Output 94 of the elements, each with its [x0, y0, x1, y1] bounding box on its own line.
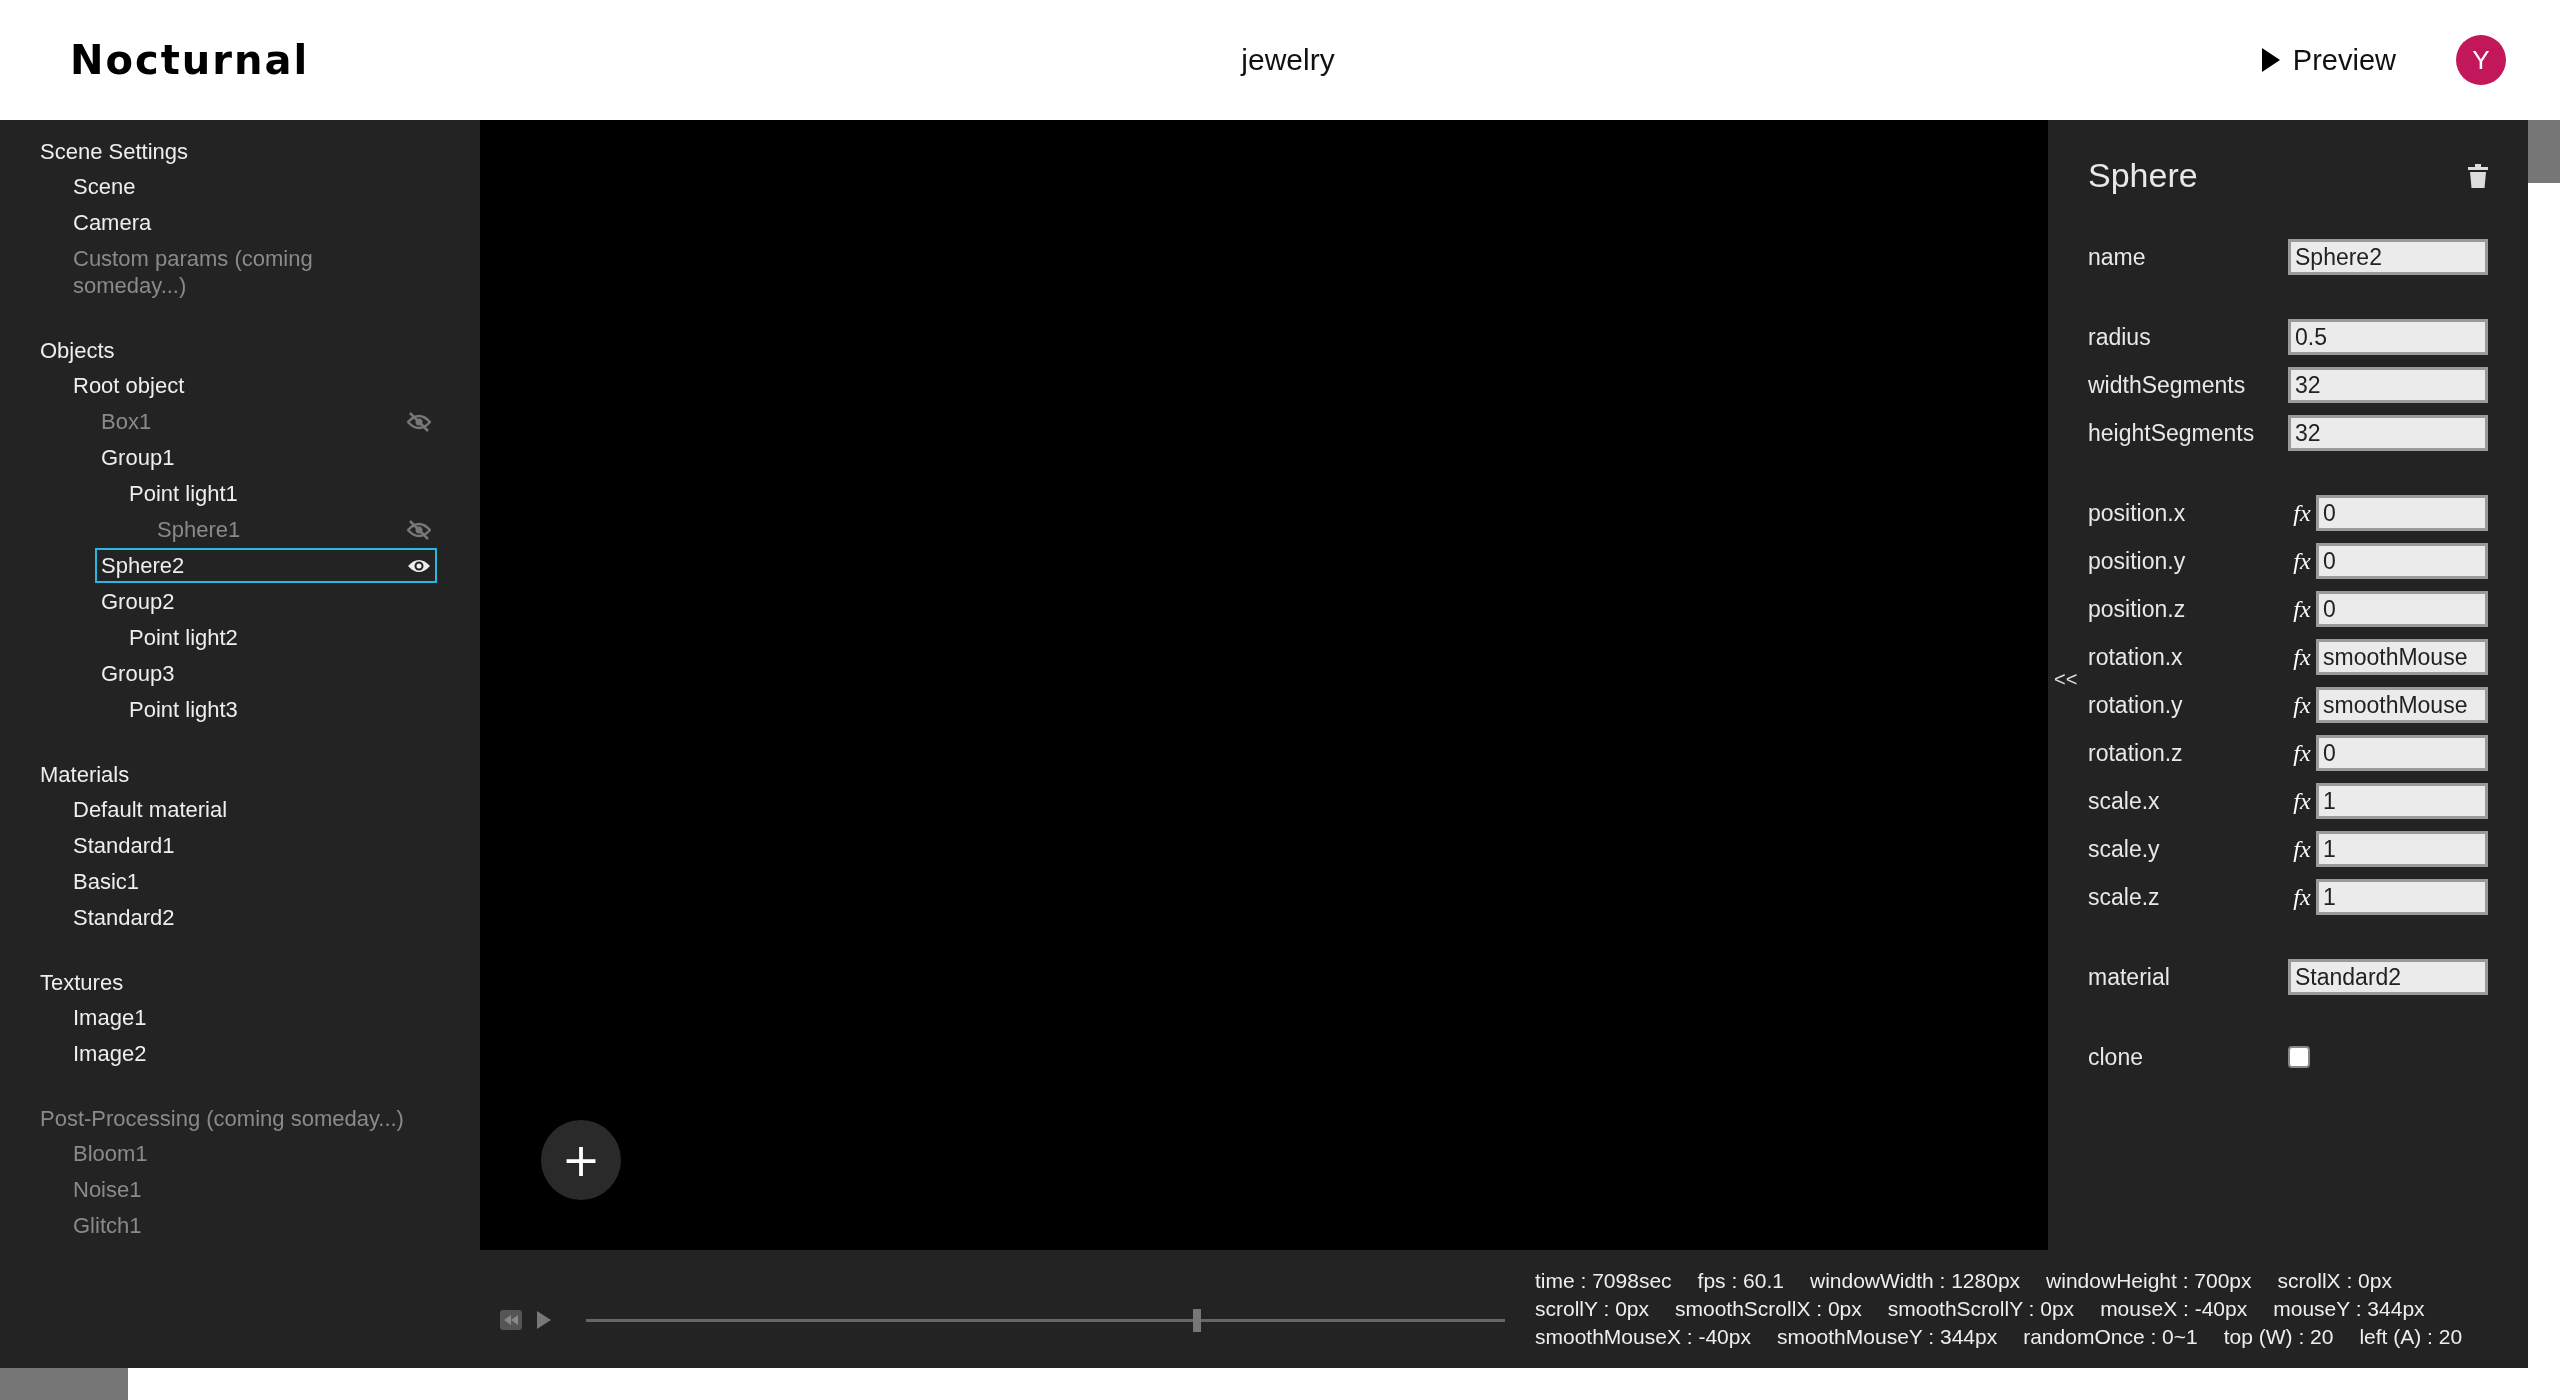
- fx-toggle[interactable]: fx: [2288, 547, 2316, 575]
- fx-toggle[interactable]: fx: [2288, 835, 2316, 863]
- tree-item[interactable]: Basic1: [67, 864, 437, 899]
- tree-item[interactable]: Point light1: [123, 476, 437, 511]
- eye-icon[interactable]: [407, 557, 431, 574]
- stat-readout: top (W) : 20: [2223, 1325, 2334, 1349]
- user-avatar[interactable]: Y: [2456, 35, 2506, 85]
- stat-readout: randomOnce : 0~1: [2023, 1325, 2198, 1349]
- trash-icon[interactable]: [2468, 163, 2488, 188]
- property-label: scale.z: [2088, 883, 2161, 911]
- fx-toggle[interactable]: fx: [2288, 499, 2316, 527]
- property-field[interactable]: 0.5: [2288, 319, 2488, 355]
- section-title: Objects: [40, 337, 116, 365]
- add-button[interactable]: +: [541, 1120, 621, 1200]
- tree-item[interactable]: Default material: [67, 792, 437, 827]
- rewind-icon[interactable]: [500, 1310, 522, 1330]
- section-title: Post-Processing (coming someday...): [40, 1105, 405, 1133]
- property-field[interactable]: 0: [2316, 735, 2488, 771]
- stat-readout: left (A) : 20: [2359, 1325, 2463, 1349]
- property-label: scale.y: [2088, 835, 2161, 863]
- property-field[interactable]: Sphere2: [2288, 239, 2488, 275]
- tree-item[interactable]: Image1: [67, 1000, 437, 1035]
- stat-readout: smoothMouseY : 344px: [1776, 1325, 1998, 1349]
- tree-item[interactable]: Group2: [95, 584, 437, 619]
- stat-readout: mouseX : -40px: [2100, 1297, 2248, 1321]
- property-field[interactable]: 32: [2288, 367, 2488, 403]
- stat-readout: windowHeight : 700px: [2046, 1269, 2252, 1293]
- fx-toggle[interactable]: fx: [2288, 883, 2316, 911]
- property-field[interactable]: 1: [2316, 879, 2488, 915]
- property-field[interactable]: 0: [2316, 591, 2488, 627]
- tree-item[interactable]: Standard1: [67, 828, 437, 863]
- scrollbar-thumb[interactable]: [0, 1368, 128, 1400]
- property-label: material: [2088, 963, 2171, 991]
- property-label: rotation.x: [2088, 643, 2184, 671]
- tree-item[interactable]: Image2: [67, 1036, 437, 1071]
- eye-off-icon[interactable]: [407, 411, 431, 432]
- eye-off-icon[interactable]: [407, 519, 431, 540]
- stat-readout: scrollY : 0px: [1535, 1297, 1649, 1321]
- tree-item[interactable]: Sphere2: [95, 548, 437, 583]
- preview-button[interactable]: Preview: [2260, 43, 2396, 77]
- stat-readout: scrollX : 0px: [2277, 1269, 2392, 1293]
- property-field[interactable]: 1: [2316, 831, 2488, 867]
- panel-title: Sphere: [2088, 156, 2198, 195]
- property-label: position.z: [2088, 595, 2187, 623]
- property-field[interactable]: 1: [2316, 783, 2488, 819]
- property-field[interactable]: Standard2: [2288, 959, 2488, 995]
- property-field[interactable]: 0: [2316, 543, 2488, 579]
- property-field[interactable]: 32: [2288, 415, 2488, 451]
- fx-toggle[interactable]: fx: [2288, 787, 2316, 815]
- tree-item[interactable]: Box1: [95, 404, 437, 439]
- stat-readout: fps : 60.1: [1697, 1269, 1784, 1293]
- property-label: name: [2088, 243, 2147, 271]
- clone-checkbox[interactable]: [2288, 1046, 2310, 1068]
- tree-item[interactable]: Camera: [67, 205, 437, 240]
- property-field[interactable]: 0: [2316, 495, 2488, 531]
- collapse-button[interactable]: <<: [2054, 668, 2078, 691]
- section-title: Scene Settings: [40, 138, 189, 166]
- tree-item[interactable]: Point light3: [123, 692, 437, 727]
- project-title: jewelry: [1241, 43, 1335, 77]
- tree-item[interactable]: Sphere1: [151, 512, 437, 547]
- scrollbar-thumb[interactable]: [2528, 120, 2560, 183]
- play-icon[interactable]: [536, 1310, 552, 1330]
- stat-readout: time : 7098sec: [1535, 1269, 1672, 1293]
- tree-item[interactable]: Point light2: [123, 620, 437, 655]
- app-logo[interactable]: Nocturnal: [70, 36, 310, 84]
- fx-toggle[interactable]: fx: [2288, 643, 2316, 671]
- stat-readout: smoothScrollY : 0px: [1887, 1297, 2075, 1321]
- section-title: Materials: [40, 761, 131, 789]
- fx-toggle[interactable]: fx: [2288, 595, 2316, 623]
- property-label: widthSegments: [2088, 371, 2247, 399]
- property-label: radius: [2088, 323, 2152, 351]
- tree-item[interactable]: Scene: [67, 169, 437, 204]
- fx-toggle[interactable]: fx: [2288, 739, 2316, 767]
- stat-readout: smoothScrollX : 0px: [1675, 1297, 1862, 1321]
- property-label: clone: [2088, 1043, 2144, 1071]
- property-label: position.y: [2088, 547, 2187, 575]
- fx-toggle[interactable]: fx: [2288, 691, 2316, 719]
- property-label: heightSegments: [2088, 419, 2256, 447]
- property-label: rotation.y: [2088, 691, 2184, 719]
- property-field[interactable]: smoothMouse: [2316, 639, 2488, 675]
- property-label: rotation.z: [2088, 739, 2184, 767]
- viewport-canvas[interactable]: +: [480, 120, 2048, 1250]
- property-label: position.x: [2088, 499, 2187, 527]
- stat-readout: mouseY : 344px: [2273, 1297, 2425, 1321]
- play-icon: [2260, 47, 2281, 73]
- stat-readout: smoothMouseX : -40px: [1535, 1325, 1751, 1349]
- tree-item[interactable]: Group1: [95, 440, 437, 475]
- tree-item[interactable]: Root object: [67, 368, 437, 403]
- tree-item[interactable]: Standard2: [67, 900, 437, 935]
- property-label: scale.x: [2088, 787, 2161, 815]
- tree-item[interactable]: Group3: [95, 656, 437, 691]
- section-title: Textures: [40, 969, 125, 997]
- stat-readout: windowWidth : 1280px: [1809, 1269, 2021, 1293]
- property-field[interactable]: smoothMouse: [2316, 687, 2488, 723]
